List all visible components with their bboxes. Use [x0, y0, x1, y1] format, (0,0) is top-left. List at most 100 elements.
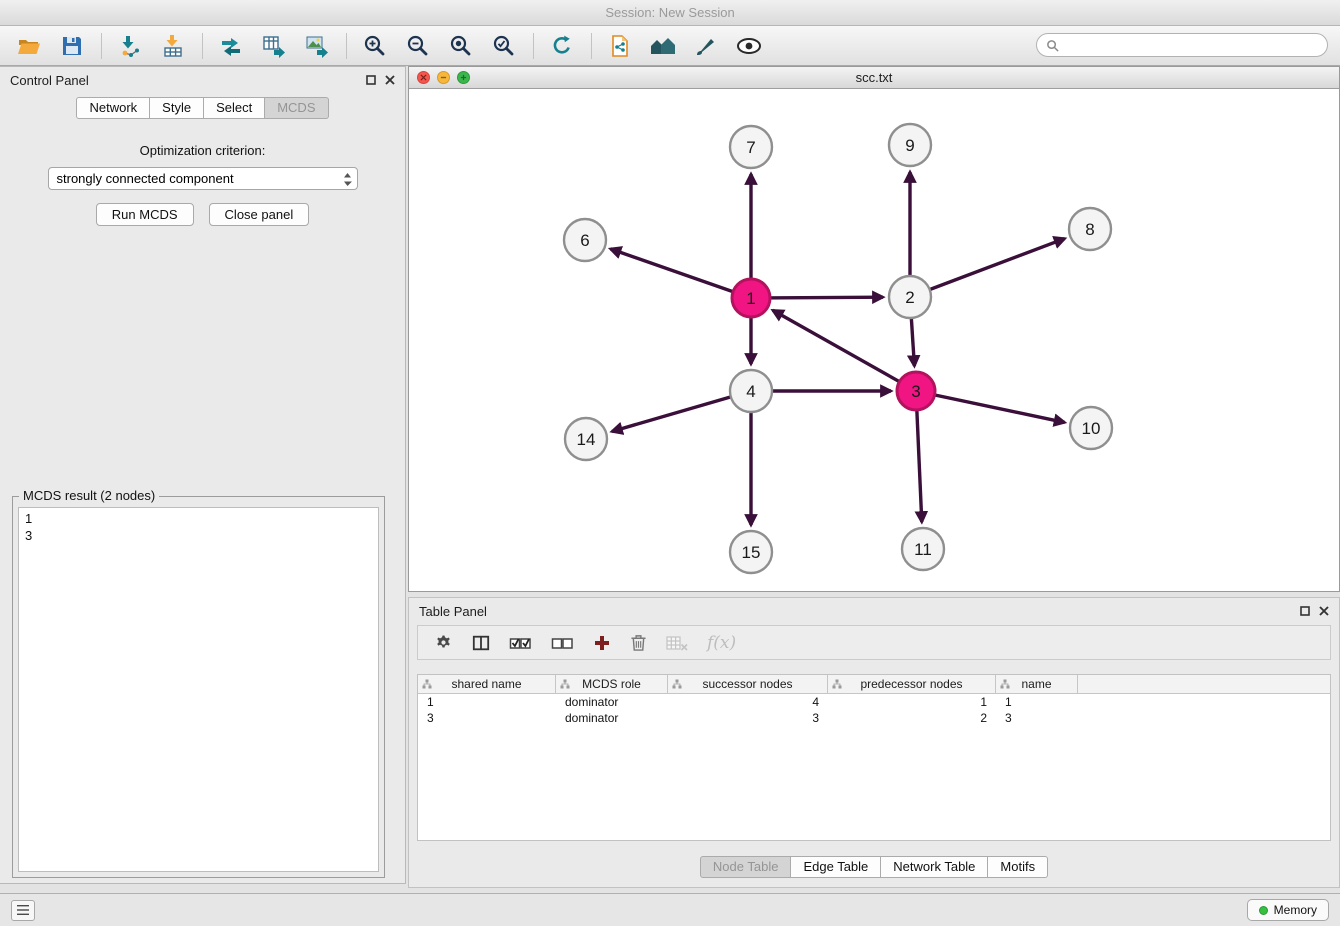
node-15[interactable]: 15	[730, 531, 772, 573]
node-9[interactable]: 9	[889, 124, 931, 166]
app-title: Session: New Session	[605, 5, 734, 20]
zoom-out-button[interactable]	[399, 30, 437, 62]
add-column-button[interactable]	[593, 634, 611, 652]
export-image-button[interactable]	[298, 30, 336, 62]
minimize-window-button[interactable]	[437, 71, 450, 84]
table-row[interactable]: 1dominator411	[418, 694, 1330, 710]
tab-network[interactable]: Network	[76, 97, 150, 119]
export-network-button[interactable]	[212, 30, 250, 62]
search-field[interactable]	[1036, 33, 1328, 57]
table-cell[interactable]: 4	[668, 695, 828, 709]
node-4[interactable]: 4	[730, 370, 772, 412]
toolbar-separator	[591, 33, 592, 59]
show-graphics-button[interactable]	[730, 30, 768, 62]
close-window-button[interactable]	[417, 71, 430, 84]
zoom-fit-icon	[449, 34, 473, 58]
edge-2-8[interactable]	[910, 239, 1065, 297]
column-header-predecessor-nodes[interactable]: predecessor nodes	[828, 675, 996, 693]
function-builder-icon: f(x)	[707, 633, 736, 653]
table-cell[interactable]: 3	[996, 711, 1078, 725]
import-network-button[interactable]	[111, 30, 149, 62]
table-settings-button[interactable]	[434, 633, 453, 652]
table-cell[interactable]: 1	[828, 695, 996, 709]
column-header-MCDS-role[interactable]: MCDS role	[556, 675, 668, 693]
column-header-name[interactable]: name	[996, 675, 1078, 693]
table-tab-node-table[interactable]: Node Table	[700, 856, 792, 878]
table-cell[interactable]: dominator	[556, 711, 668, 725]
network-document-button[interactable]	[601, 30, 639, 62]
export-table-button[interactable]	[255, 30, 293, 62]
edge-3-1[interactable]	[773, 310, 916, 391]
table-cell[interactable]: 3	[668, 711, 828, 725]
table-cell[interactable]: dominator	[556, 695, 668, 709]
column-type-icon	[560, 679, 570, 689]
run-mcds-button[interactable]: Run MCDS	[96, 203, 194, 226]
zoom-fit-button[interactable]	[442, 30, 480, 62]
save-session-button[interactable]	[53, 30, 91, 62]
float-panel-icon[interactable]	[1300, 606, 1310, 616]
import-table-icon	[161, 34, 185, 58]
optimization-criterion-select[interactable]: strongly connected component	[48, 167, 358, 190]
table-row[interactable]: 3dominator323	[418, 710, 1330, 726]
show-columns-button[interactable]	[472, 634, 490, 652]
table-cell[interactable]: 2	[828, 711, 996, 725]
node-8[interactable]: 8	[1069, 208, 1111, 250]
float-panel-icon[interactable]	[366, 75, 376, 85]
table-panel-header: Table Panel	[409, 598, 1339, 624]
column-header-shared-name[interactable]: shared name	[418, 675, 556, 693]
table-tab-motifs[interactable]: Motifs	[988, 856, 1048, 878]
table-cell[interactable]: 3	[418, 711, 556, 725]
toolbar-separator	[533, 33, 534, 59]
network-overview-button[interactable]	[644, 30, 682, 62]
node-10[interactable]: 10	[1070, 407, 1112, 449]
network-graph-canvas[interactable]: 7 9 6 8 1 2 4 3 14 10 15 11	[409, 89, 1339, 592]
tab-mcds[interactable]: MCDS	[265, 97, 328, 119]
minimize-icon	[440, 74, 447, 81]
select-all-button[interactable]	[509, 635, 532, 651]
import-table-button[interactable]	[154, 30, 192, 62]
tab-style[interactable]: Style	[150, 97, 204, 119]
table-body: 1dominator4113dominator323	[418, 694, 1330, 726]
table-header-row: shared nameMCDS rolesuccessor nodesprede…	[418, 675, 1330, 694]
table-cell[interactable]: 1	[996, 695, 1078, 709]
zoom-out-icon	[406, 34, 430, 58]
delete-column-button[interactable]	[630, 633, 647, 652]
column-type-icon	[422, 679, 432, 689]
memory-button[interactable]: Memory	[1247, 899, 1329, 921]
column-header-filler	[1078, 675, 1330, 693]
table-panel: Table Panel	[408, 597, 1340, 888]
node-11[interactable]: 11	[902, 528, 944, 570]
node-3[interactable]: 3	[897, 372, 935, 410]
apply-layout-button[interactable]	[543, 30, 581, 62]
columns-icon	[472, 634, 490, 652]
node-14[interactable]: 14	[565, 418, 607, 460]
edge-3-10[interactable]	[916, 391, 1065, 422]
apply-style-button[interactable]	[687, 30, 725, 62]
table-tab-edge-table[interactable]: Edge Table	[791, 856, 881, 878]
close-panel-icon[interactable]	[385, 75, 395, 85]
column-header-successor-nodes[interactable]: successor nodes	[668, 675, 828, 693]
column-type-icon	[1000, 679, 1010, 689]
close-panel-icon[interactable]	[1319, 606, 1329, 616]
zoom-selected-button[interactable]	[485, 30, 523, 62]
node-6[interactable]: 6	[564, 219, 606, 261]
zoom-in-button[interactable]	[356, 30, 394, 62]
deselect-all-button[interactable]	[551, 635, 574, 651]
search-input[interactable]	[1065, 38, 1318, 53]
mcds-result-item: 3	[25, 527, 372, 544]
maximize-icon	[460, 74, 467, 81]
node-1[interactable]: 1	[732, 279, 770, 317]
toolbar-separator	[202, 33, 203, 59]
table-cell[interactable]: 1	[418, 695, 556, 709]
open-session-button[interactable]	[10, 30, 48, 62]
table-panel-tabs: Node TableEdge TableNetwork TableMotifs	[409, 856, 1339, 878]
maximize-window-button[interactable]	[457, 71, 470, 84]
task-history-button[interactable]	[11, 900, 35, 921]
close-panel-button[interactable]: Close panel	[209, 203, 310, 226]
node-7[interactable]: 7	[730, 126, 772, 168]
tab-select[interactable]: Select	[204, 97, 265, 119]
table-toolbar: f(x)	[417, 625, 1331, 660]
node-2[interactable]: 2	[889, 276, 931, 318]
edge-1-6[interactable]	[610, 249, 751, 298]
table-tab-network-table[interactable]: Network Table	[881, 856, 988, 878]
